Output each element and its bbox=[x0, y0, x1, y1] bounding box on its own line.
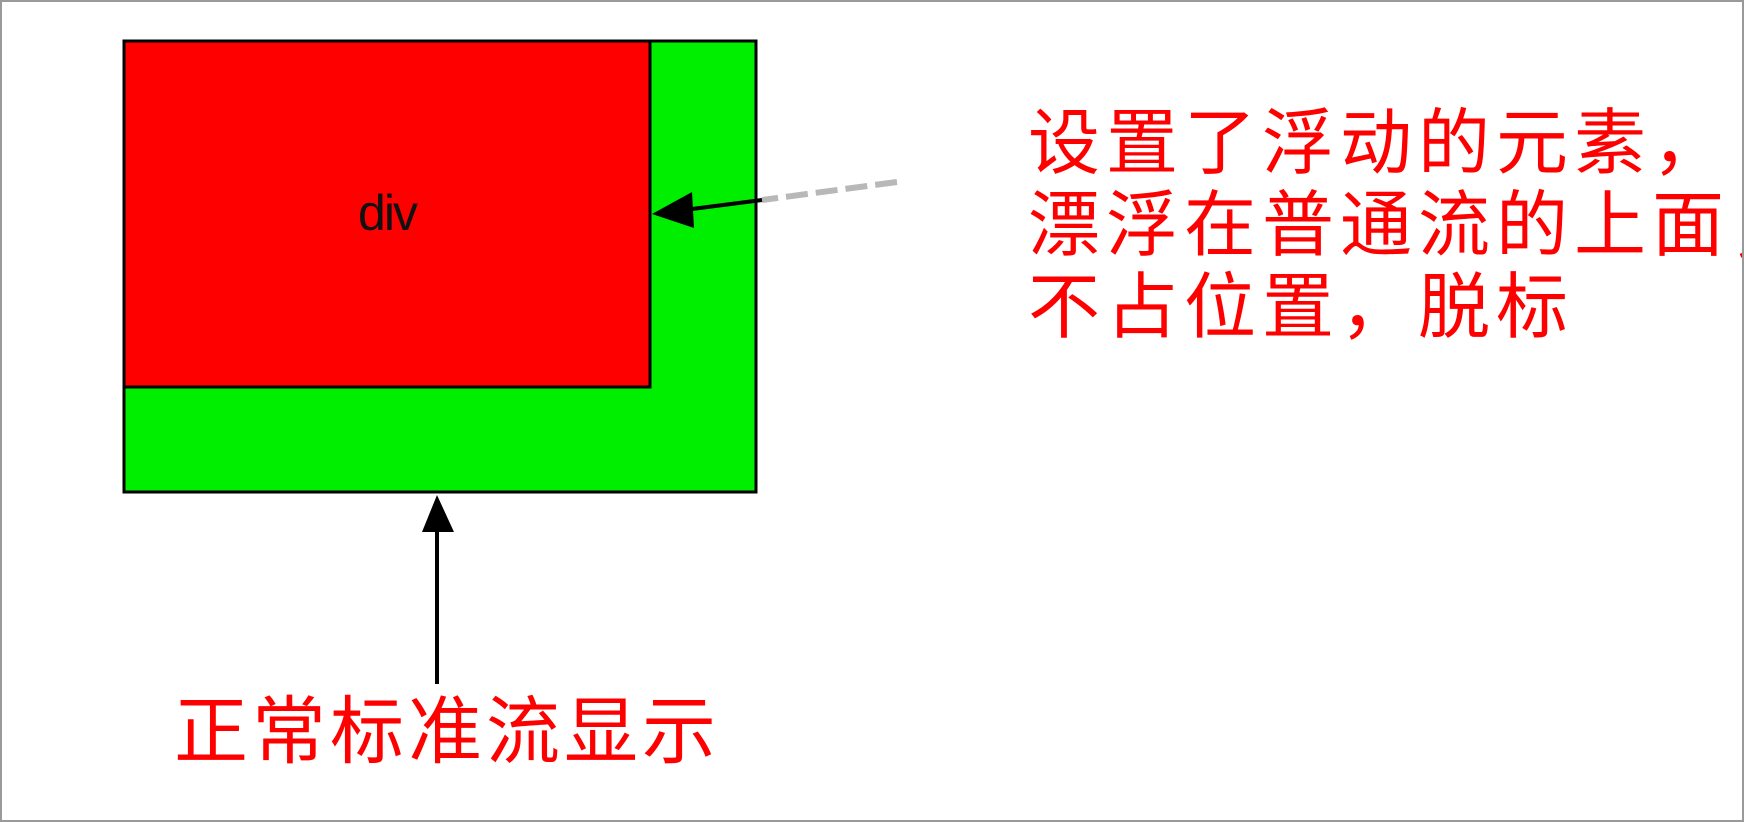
normal-flow-callout-text: 正常标准流显示 bbox=[174, 689, 720, 775]
float-callout-line: 漂浮在普通流的上面， bbox=[1028, 183, 1744, 267]
float-callout-text: 设置了浮动的元素， 漂浮在普通流的上面， 不占位置，脱标 bbox=[1028, 101, 1744, 349]
floated-div-label: div bbox=[358, 185, 418, 241]
diagram-canvas: div 设置了浮动的元素， 漂浮在普通流的上面， 不占位置，脱标 正常标准流显示 bbox=[0, 0, 1744, 822]
float-callout-line: 设置了浮动的元素， bbox=[1028, 101, 1731, 185]
flow-pointer-arrowhead-icon bbox=[422, 495, 454, 532]
float-pointer-tail bbox=[761, 179, 898, 203]
float-callout-line: 不占位置，脱标 bbox=[1028, 265, 1575, 349]
